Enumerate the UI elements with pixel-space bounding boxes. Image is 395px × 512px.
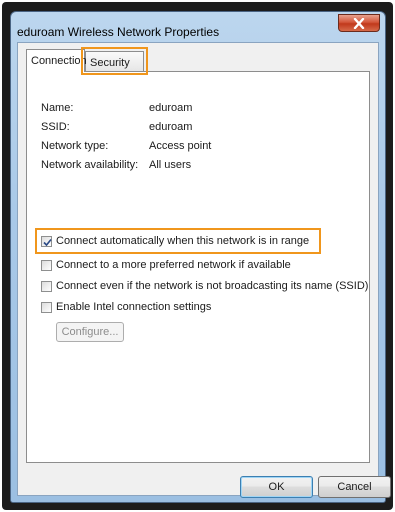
- network-type-value: Access point: [149, 140, 212, 152]
- name-label: Name:: [41, 102, 74, 114]
- properties-dialog: eduroam Wireless Network Properties Conn…: [10, 11, 391, 503]
- title-bar[interactable]: eduroam Wireless Network Properties: [11, 12, 385, 42]
- cancel-button[interactable]: Cancel: [318, 476, 391, 498]
- availability-value: All users: [149, 159, 192, 171]
- close-button[interactable]: [338, 14, 380, 32]
- availability-label: Network availability:: [41, 159, 139, 171]
- close-icon: [353, 18, 365, 29]
- name-value: eduroam: [149, 102, 193, 114]
- not-broadcasting-checkbox[interactable]: [41, 281, 52, 292]
- tab-security-label: Security: [90, 57, 130, 69]
- check-icon: [43, 238, 52, 247]
- tab-connection[interactable]: Connection: [26, 49, 87, 72]
- dialog-client-area: Connection Security Name: eduroam SSID: …: [17, 42, 391, 498]
- connection-tab-page: Name: eduroam SSID: eduroam Network type…: [26, 71, 370, 463]
- network-type-label: Network type:: [41, 140, 109, 152]
- intel-settings-checkbox[interactable]: [41, 302, 52, 313]
- tab-connection-label: Connection: [31, 55, 87, 67]
- window-title: eduroam Wireless Network Properties: [17, 25, 220, 39]
- connect-automatically-label: Connect automatically when this network …: [56, 235, 310, 247]
- tab-security[interactable]: Security: [85, 51, 144, 71]
- connect-automatically-checkbox[interactable]: [41, 236, 52, 247]
- intel-settings-label: Enable Intel connection settings: [56, 301, 212, 313]
- ssid-label: SSID:: [41, 121, 70, 133]
- ssid-value: eduroam: [149, 121, 193, 133]
- ok-button[interactable]: OK: [240, 476, 313, 498]
- preferred-network-label: Connect to a more preferred network if a…: [56, 259, 291, 271]
- configure-button[interactable]: Configure...: [56, 322, 124, 342]
- not-broadcasting-label: Connect even if the network is not broad…: [56, 280, 369, 292]
- preferred-network-checkbox[interactable]: [41, 260, 52, 271]
